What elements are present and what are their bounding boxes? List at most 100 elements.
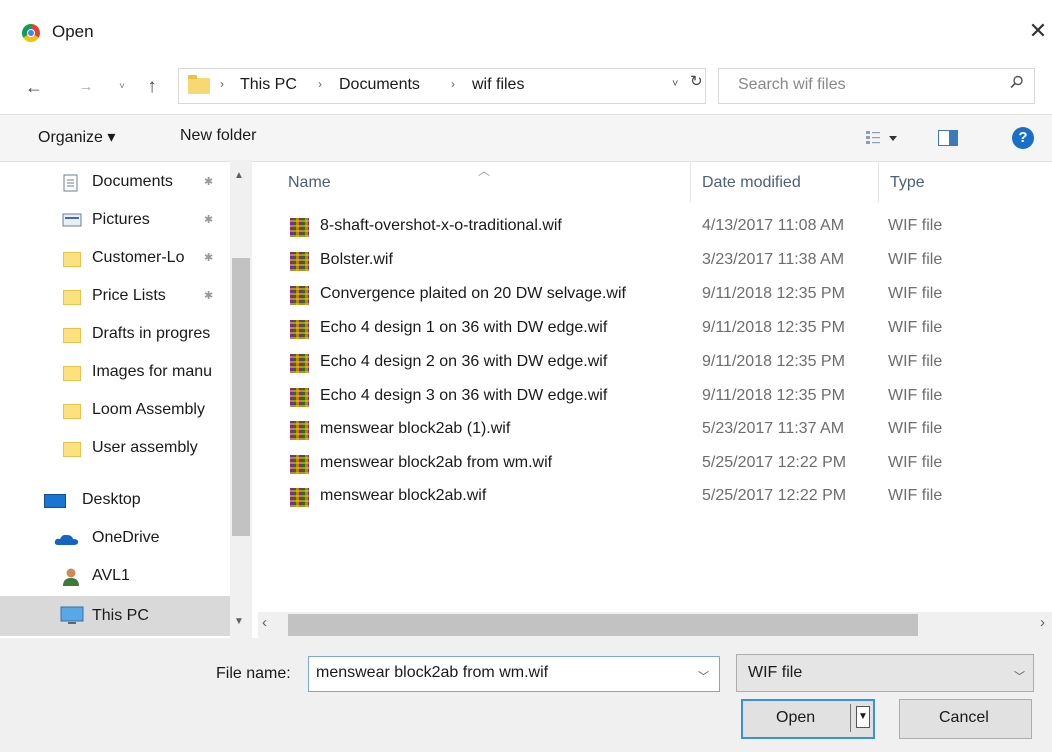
column-divider[interactable] [690,162,691,202]
folder-icon [63,252,81,267]
open-options-dropdown[interactable]: ▼ [856,706,870,728]
file-name: 8-shaft-overshot-x-o-traditional.wif [320,217,562,234]
chevron-down-icon[interactable]: ﹀ [698,668,709,684]
chevron-down-icon[interactable]: ﹀ [1014,668,1025,684]
wif-file-icon [290,320,309,339]
file-name: menswear block2ab (1).wif [320,420,511,437]
breadcrumb-separator[interactable]: › [451,77,455,91]
scroll-right-icon[interactable]: › [1040,614,1045,631]
user-icon [63,568,79,586]
pc-icon [60,606,84,624]
breadcrumb-separator[interactable]: › [318,77,322,91]
file-row[interactable]: menswear block2ab.wif 5/25/2017 12:22 PM W… [258,481,1052,514]
file-row[interactable]: Bolster.wif 3/23/2017 11:38 AM WIF file [258,245,1052,278]
file-type: WIF file [888,420,943,437]
file-row[interactable]: Echo 4 design 1 on 36 with DW edge.wif 9/… [258,313,1052,346]
cancel-button-label[interactable]: Cancel [939,709,989,727]
sidebar-item-this-pc[interactable]: This PC [0,600,230,632]
file-row[interactable]: 8-shaft-overshot-x-o-traditional.wif 4/13… [258,211,1052,244]
file-date: 5/25/2017 12:22 PM [702,454,847,471]
file-name: menswear block2ab.wif [320,487,487,504]
scroll-left-icon[interactable]: ‹ [262,614,267,631]
sidebar-item-user-assembly[interactable]: User assembly [0,432,230,464]
folder-icon [63,328,81,343]
sidebar-item-label: Documents [92,173,173,190]
organize-button[interactable]: Organize ▾ [38,127,115,147]
column-header-date[interactable]: Date modified [702,174,801,192]
forward-button[interactable]: → [74,76,98,98]
wif-file-icon [290,421,309,440]
sidebar-item-label: Images for manu [92,363,213,380]
file-row[interactable]: Echo 4 design 3 on 36 with DW edge.wif 9/… [258,381,1052,414]
sidebar-item-customer-lo[interactable]: Customer-Lo ✱ [0,242,230,274]
sidebar-item-loom-assembly[interactable]: Loom Assembly [0,394,230,426]
horizontal-scroll-thumb[interactable] [288,614,918,636]
search-icon[interactable] [1010,75,1024,89]
file-name: Bolster.wif [320,251,393,268]
sidebar-scroll-thumb[interactable] [232,258,250,536]
breadcrumb-wif-files[interactable]: wif files [472,76,524,94]
sidebar-item-pictures[interactable]: Pictures ✱ [0,204,230,236]
sort-ascending-icon: ︿ [478,164,491,178]
sidebar-item-price-lists[interactable]: Price Lists ✱ [0,280,230,312]
sidebar-item-drafts[interactable]: Drafts in progres [0,318,230,350]
file-type: WIF file [888,251,943,268]
sidebar-item-avl1[interactable]: AVL1 [0,560,230,592]
sidebar-item-documents[interactable]: Documents ✱ [0,166,230,198]
breadcrumb-this-pc[interactable]: This PC [240,76,297,94]
file-type: WIF file [888,217,943,234]
file-row[interactable]: menswear block2ab (1).wif 5/23/2017 11:37… [258,414,1052,447]
filename-input[interactable]: menswear block2ab from wm.wif [316,664,548,682]
address-dropdown-icon[interactable]: ˅ [672,78,678,90]
column-header-name[interactable]: Name [288,174,331,192]
wif-file-icon [290,354,309,373]
back-button[interactable]: ← [22,76,46,98]
sidebar-item-label: Loom Assembly [92,401,205,418]
wif-file-icon [290,388,309,407]
sidebar-item-label: OneDrive [92,529,160,546]
breadcrumb-documents[interactable]: Documents [339,76,420,94]
sidebar-item-label: AVL1 [92,567,130,584]
open-button-label[interactable]: Open [776,709,815,727]
window-title: Open [52,22,94,41]
sidebar-item-desktop[interactable]: Desktop [0,484,230,516]
new-folder-button[interactable]: New folder [180,127,256,145]
pin-icon: ✱ [204,252,214,264]
recent-locations-button[interactable]: ˅ [110,76,134,98]
folder-icon [63,442,81,457]
wif-file-icon [290,218,309,237]
refresh-icon[interactable]: ↻ [690,72,706,90]
file-name: Convergence plaited on 20 DW selvage.wif [320,285,626,302]
up-button[interactable]: ↑ [140,76,164,98]
scroll-down-icon[interactable]: ▼ [234,616,244,627]
filetype-value[interactable]: WIF file [748,664,802,682]
sidebar-item-images[interactable]: Images for manu [0,356,230,388]
preview-pane-icon[interactable] [938,130,958,146]
column-header-type[interactable]: Type [890,174,925,192]
sidebar-item-label: Pictures [92,211,150,228]
sidebar-item-onedrive[interactable]: OneDrive [0,522,230,554]
pin-icon: ✱ [204,214,214,226]
title-bar [0,0,1052,62]
file-row[interactable]: Convergence plaited on 20 DW selvage.wif… [258,279,1052,312]
wif-file-icon [290,252,309,271]
help-icon[interactable]: ? [1012,127,1034,149]
file-date: 9/11/2018 12:35 PM [702,319,845,336]
breadcrumb-separator[interactable]: › [220,77,224,91]
file-type: WIF file [888,487,943,504]
file-name: Echo 4 design 1 on 36 with DW edge.wif [320,319,608,336]
sidebar-item-label: Price Lists [92,287,166,304]
file-type: WIF file [888,353,943,370]
file-name: Echo 4 design 2 on 36 with DW edge.wif [320,353,608,370]
change-view-icon[interactable] [865,129,905,147]
file-row[interactable]: menswear block2ab from wm.wif 5/25/2017 1… [258,448,1052,481]
sidebar-item-label: Customer-Lo [92,249,185,266]
column-divider[interactable] [878,162,879,202]
close-button[interactable]: ✕ [1024,16,1052,46]
scroll-up-icon[interactable]: ▲ [234,170,244,181]
chrome-app-icon [22,24,40,42]
file-row[interactable]: Echo 4 design 2 on 36 with DW edge.wif 9/… [258,347,1052,380]
file-name: Echo 4 design 3 on 36 with DW edge.wif [320,387,608,404]
document-icon [63,174,78,192]
search-input[interactable]: Search wif files [738,76,846,94]
